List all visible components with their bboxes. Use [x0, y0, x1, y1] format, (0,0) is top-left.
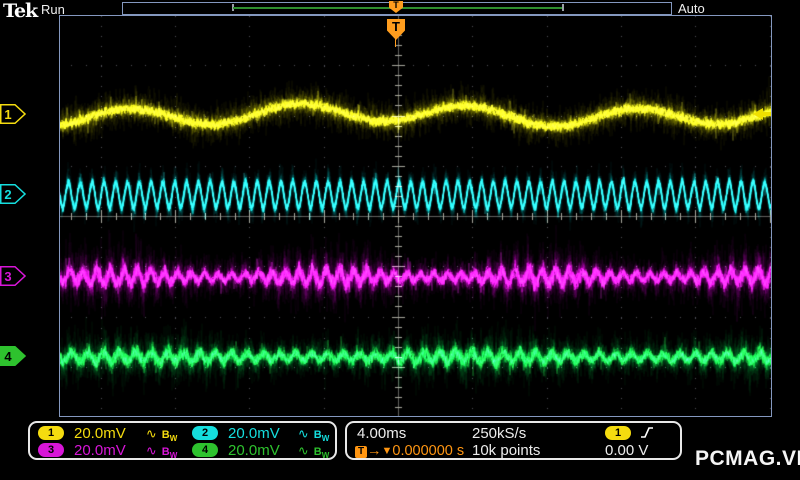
svg-text:4: 4 [4, 349, 12, 364]
watermark: PCMAG.VN [695, 447, 800, 470]
trigger-arrow-tip [753, 108, 763, 120]
trigger-source-badge[interactable]: 1 [605, 426, 631, 440]
horizontal-trigger-readout-box: 4.00ms 250kS/s 1 T →▼0.000000 s 10k point… [345, 421, 682, 460]
ch2-bw-icon: B [313, 429, 322, 441]
ch2-coupling-icon: ∿ [297, 426, 309, 441]
sample-rate-readout: 250kS/s [472, 425, 527, 442]
ch2-badge[interactable]: 2 [192, 426, 218, 440]
channel-3-marker[interactable]: 3 [0, 266, 27, 286]
trigger-arrow-tail [763, 112, 771, 116]
record-window-right-bracket [562, 4, 564, 11]
trigger-position-readout: T →▼0.000000 s [355, 443, 464, 459]
trigger-arrow-glyph: → [367, 443, 382, 459]
ch1-bw-sub: W [169, 434, 178, 443]
trigger-t-icon: T [355, 446, 367, 458]
ch2-scale-value: 20.0mV [228, 425, 280, 442]
ch4-scale-value: 20.0mV [228, 442, 280, 459]
ch3-bw-sub: W [169, 451, 178, 460]
ch1-scale-value: 20.0mV [74, 425, 126, 442]
scope-display [59, 15, 772, 417]
channel-1-marker[interactable]: 1 [0, 104, 27, 124]
ch2-bw-sub: W [321, 434, 330, 443]
ch4-scale: 20.0mV ∿ BW [228, 442, 330, 461]
tek-logo: Tek [3, 0, 38, 22]
trigger-mode-label: Auto [678, 1, 705, 16]
channel-4-marker[interactable]: 4 [0, 346, 27, 366]
ch3-bw-icon: B [161, 446, 170, 458]
trigger-position-value: 0.000000 s [392, 443, 465, 459]
svg-text:1: 1 [4, 107, 11, 122]
trigger-position-stem [395, 39, 396, 47]
ch1-bw-icon: B [161, 429, 170, 441]
oscilloscope-screen: { "header": { "logo": "Tek", "acquisitio… [0, 0, 800, 480]
ch3-scale: 20.0mV ∿ BW [74, 442, 178, 461]
svg-text:3: 3 [4, 269, 11, 284]
trigger-level-arrow-icon[interactable] [753, 108, 771, 120]
ch1-coupling-icon: ∿ [145, 426, 157, 441]
channel-2-marker[interactable]: 2 [0, 184, 27, 204]
ch3-coupling-icon: ∿ [145, 443, 157, 458]
channel-readout-box: 1 20.0mV ∿ BW 2 20.0mV ∿ BW 3 20.0mV ∿ BW 4… [28, 421, 337, 460]
ch4-badge[interactable]: 4 [192, 443, 218, 457]
ch4-bw-icon: B [313, 446, 322, 458]
ch2-scale: 20.0mV ∿ BW [228, 425, 330, 444]
ch4-bw-sub: W [321, 451, 330, 460]
ch1-scale: 20.0mV ∿ BW [74, 425, 178, 444]
ch3-badge[interactable]: 3 [38, 443, 64, 457]
trigger-level-readout: 0.00 V [605, 442, 649, 459]
timebase-readout: 4.00ms [357, 425, 407, 442]
record-length-readout: 10k points [472, 442, 541, 459]
trigger-slope-icon [640, 425, 654, 441]
svg-text:2: 2 [4, 187, 11, 202]
waveform-canvas [60, 16, 771, 416]
trigger-marker-glyph: ▼ [381, 445, 393, 457]
ch4-coupling-icon: ∿ [297, 443, 309, 458]
ch3-scale-value: 20.0mV [74, 442, 126, 459]
ch1-badge[interactable]: 1 [38, 426, 64, 440]
